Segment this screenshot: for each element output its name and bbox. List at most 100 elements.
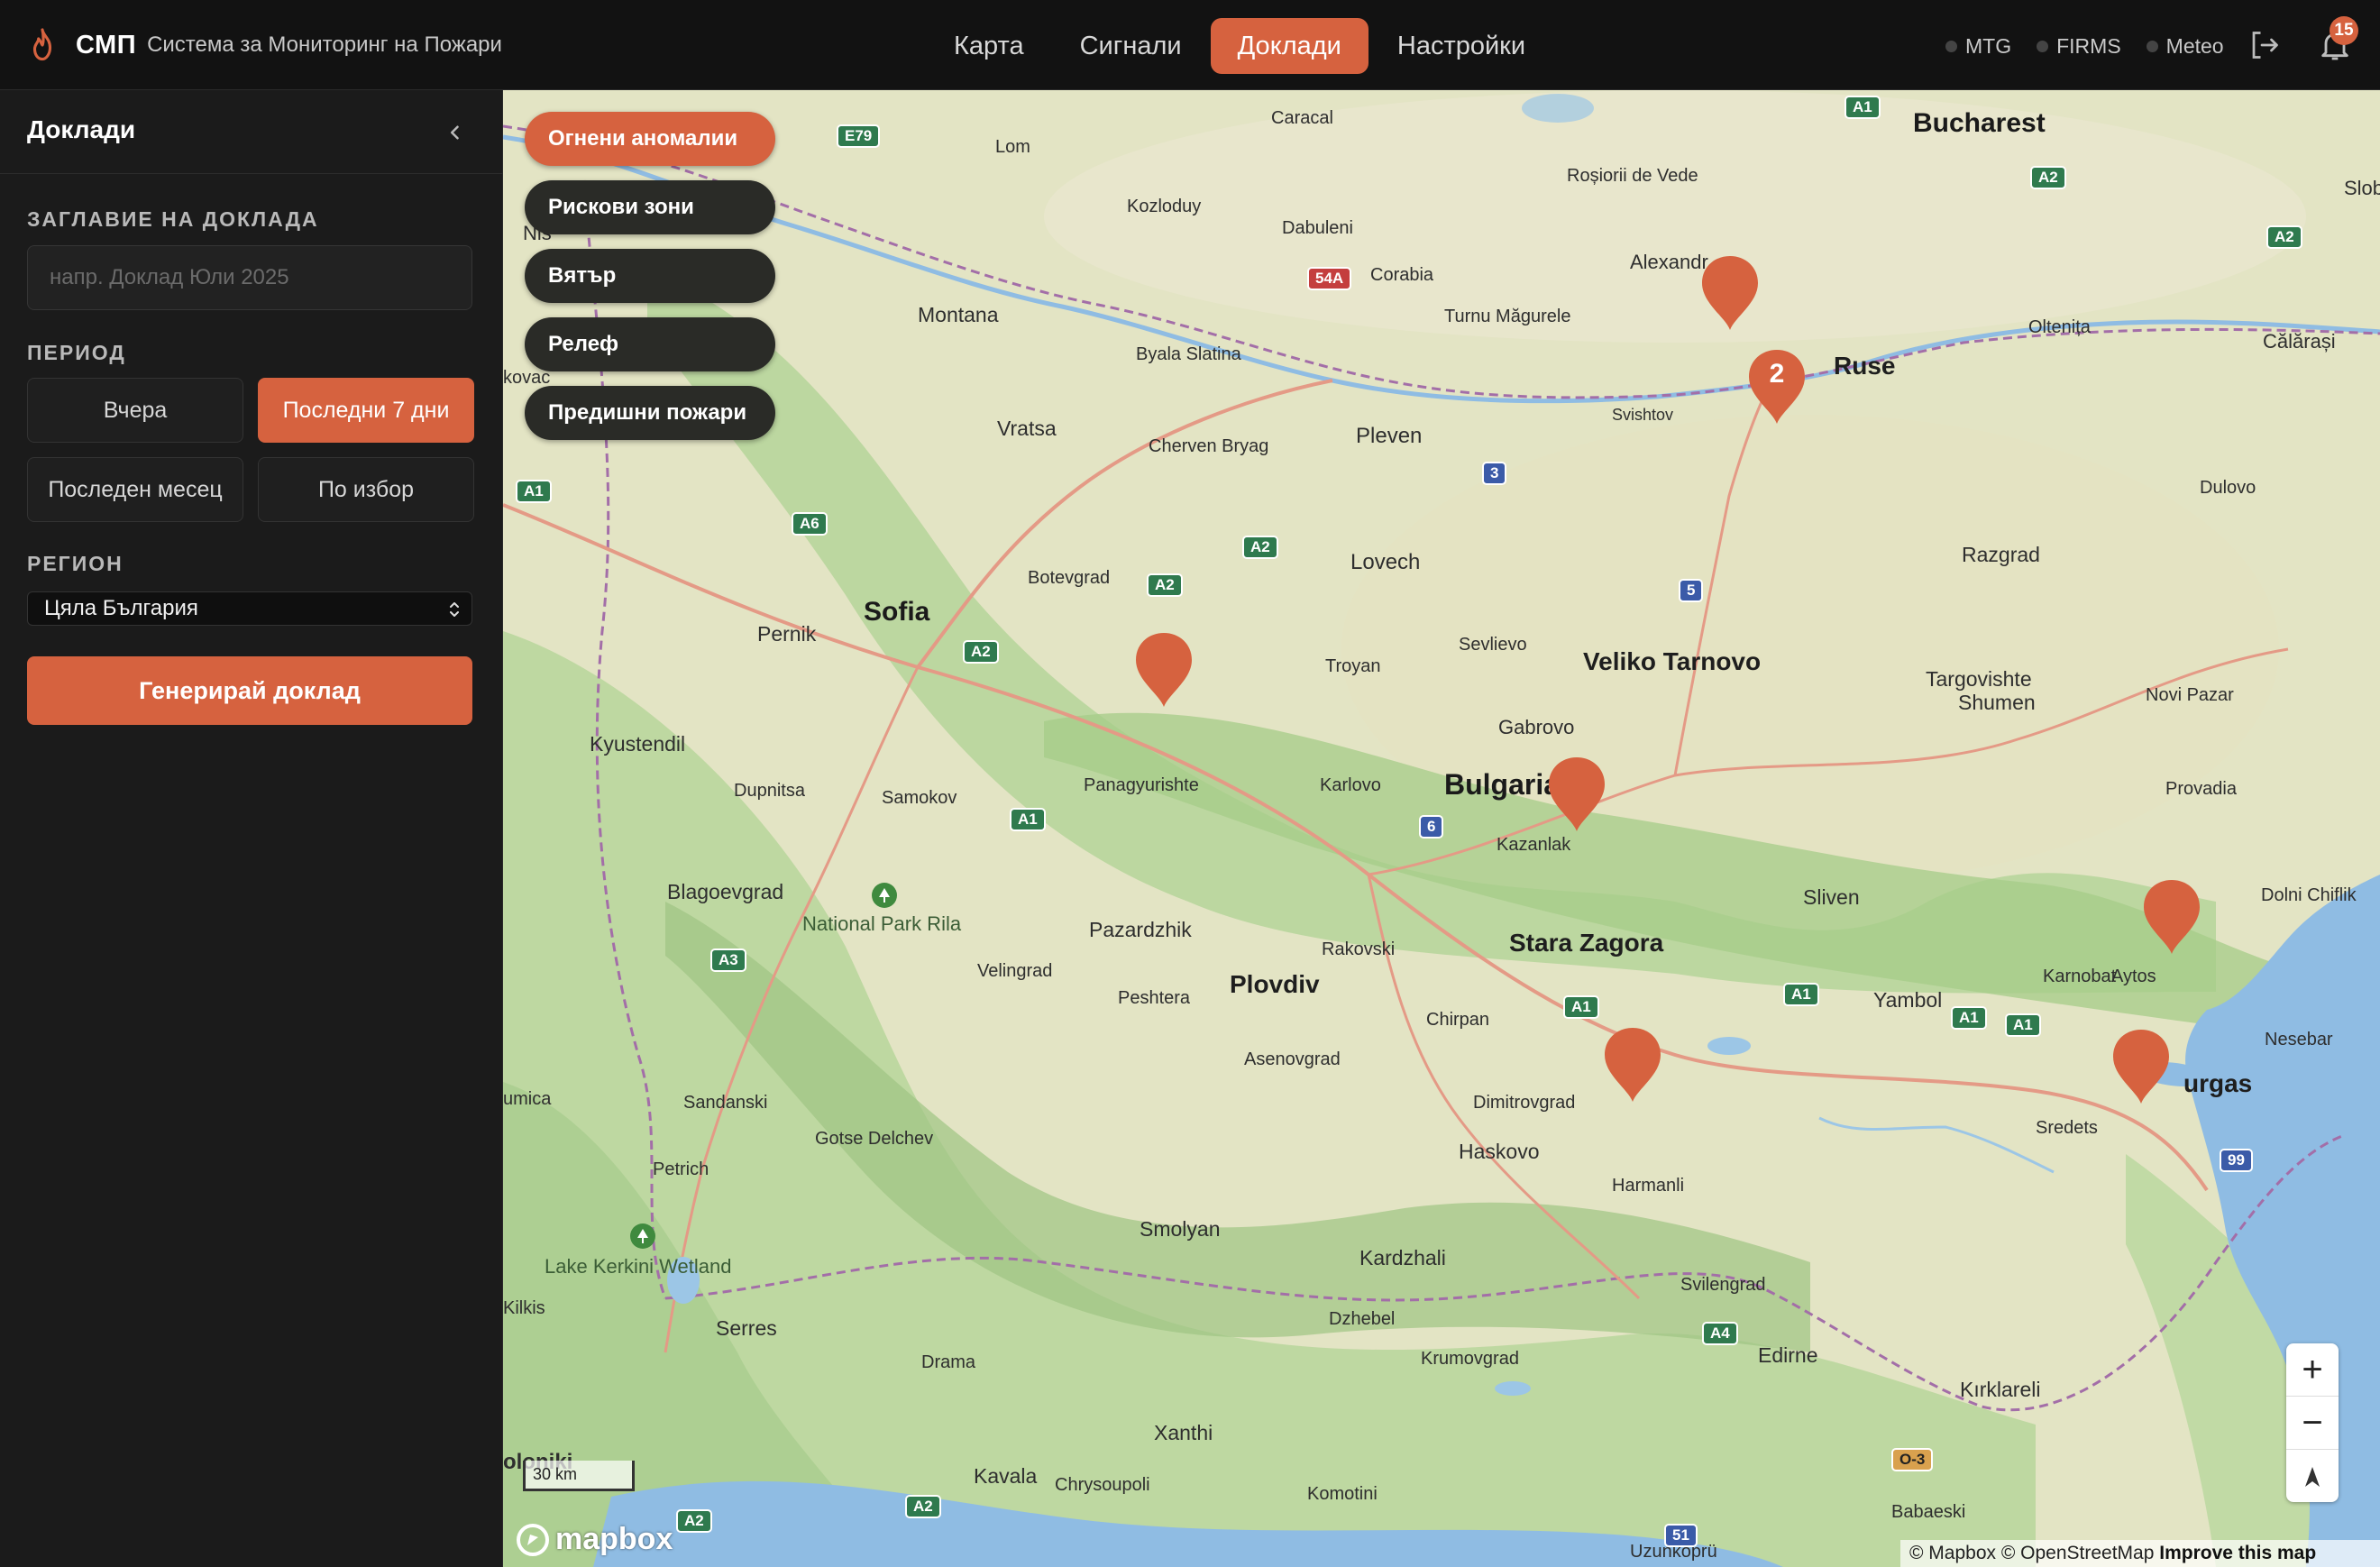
zoom-controls: + − [2286,1343,2339,1502]
brand[interactable]: СМП Система за Мониторинг на Пожари [27,27,502,63]
tab-map[interactable]: Карта [927,18,1051,74]
label-kilkis: Kilkis [503,1298,545,1318]
label-dulovo: Dulovo [2200,478,2256,498]
label-troyan: Troyan [1325,656,1381,676]
layer-previous-fires[interactable]: Предишни пожари [525,386,775,440]
road-shield: A1 [1844,96,1881,119]
label-blagoevgrad: Blagoevgrad [667,880,784,903]
region-select[interactable]: Цяла България [27,591,472,626]
layer-wind[interactable]: Вятър [525,249,775,303]
fire-marker[interactable] [2110,1026,2173,1107]
fire-marker[interactable] [2140,876,2203,958]
label-lovech: Lovech [1350,550,1421,574]
label-lake-kerkini: Lake Kerkini Wetland [545,1255,732,1278]
report-title-input[interactable] [27,245,472,310]
label-panagyurishte: Panagyurishte [1084,775,1199,795]
label-karnobat: Karnobat [2043,967,2117,986]
label-umica: umica [503,1089,552,1109]
road-shield: A1 [1951,1006,1987,1030]
road-shield: A6 [792,512,828,536]
layer-fire-anomalies[interactable]: Огнени аномалии [525,112,775,166]
notification-badge: 15 [2330,16,2358,45]
attribution-text[interactable]: © Mapbox © OpenStreetMap [1909,1543,2154,1563]
label-svilengrad: Svilengrad [1680,1275,1766,1295]
label-lom: Lom [995,137,1030,157]
label-byala-slatina: Byala Slatina [1136,344,1241,364]
status-label: FIRMS [2056,34,2121,58]
road-shield: A2 [1147,573,1183,597]
road-shield: A1 [2005,1013,2041,1037]
label-kozloduy: Kozloduy [1127,197,1202,216]
road-shield: E79 [837,124,881,148]
label-chrysoupoli: Chrysoupoli [1055,1475,1150,1495]
label-pazardzhik: Pazardzhik [1089,918,1192,941]
label-xanthi: Xanthi [1154,1421,1213,1444]
layer-relief[interactable]: Релеф [525,317,775,371]
top-bar: СМП Система за Мониторинг на Пожари Карт… [0,0,2380,90]
mapbox-icon [517,1523,549,1556]
region-value: Цяла България [44,596,198,620]
mapbox-logo[interactable]: mapbox [516,1522,673,1557]
label-burgas: urgas [2183,1069,2253,1097]
label-sevlievo: Sevlievo [1459,635,1527,655]
road-shield: 3 [1482,462,1507,485]
road-shield: A1 [1563,995,1599,1019]
label-sandanski: Sandanski [683,1093,768,1113]
label-slob: Slob [2344,177,2380,199]
tree-icon [872,883,897,908]
region-label: РЕГИОН [27,552,124,575]
label-cherven-bryag: Cherven Bryag [1149,436,1269,456]
label-yambol: Yambol [1873,988,1943,1012]
tab-signals[interactable]: Сигнали [1053,18,1209,74]
fire-marker[interactable] [1132,629,1195,710]
compass-icon [2305,1467,2320,1488]
compass-button[interactable] [2286,1450,2339,1502]
label-haskovo: Haskovo [1459,1140,1540,1163]
map-canvas[interactable]: Bucharest Sofia Plovdiv Bulgaria Veliko … [503,90,2380,1567]
period-yesterday-button[interactable]: Вчера [27,378,243,443]
label-pernik: Pernik [757,622,817,646]
label-vratsa: Vratsa [997,417,1057,440]
chevron-left-icon[interactable] [442,119,469,146]
road-shield: O-3 [1891,1448,1934,1471]
zoom-out-button[interactable]: − [2286,1397,2339,1450]
layer-risk-zones[interactable]: Рискови зони [525,180,775,234]
map-attribution: © Mapbox © OpenStreetMap Improve this ma… [1900,1540,2380,1567]
label-plovdiv: Plovdiv [1230,970,1320,998]
fire-marker[interactable] [1698,252,1762,334]
label-national-park-rila: National Park Rila [802,912,962,935]
tab-settings[interactable]: Настройки [1370,18,1552,74]
label-gotse-delchev: Gotse Delchev [815,1129,934,1149]
label-rakovski: Rakovski [1322,939,1396,959]
period-label: ПЕРИОД [27,341,126,364]
label-kardzhali: Kardzhali [1359,1246,1446,1269]
tree-icon [630,1223,655,1249]
status-meteo: Meteo [2146,34,2224,59]
label-veliko-tarnovo: Veliko Tarnovo [1583,647,1762,675]
label-sofia: Sofia [864,597,930,627]
tab-reports[interactable]: Доклади [1210,18,1368,74]
period-last-7-days-button[interactable]: Последни 7 дни [258,378,474,443]
generate-report-button[interactable]: Генерирай доклад [27,656,472,725]
zoom-in-button[interactable]: + [2286,1343,2339,1397]
fire-marker[interactable] [1545,754,1608,835]
improve-map-link[interactable]: Improve this map [2159,1543,2316,1563]
label-shumen: Shumen [1958,691,2036,714]
label-krumovgrad: Krumovgrad [1421,1349,1519,1369]
road-shield: 51 [1664,1524,1698,1547]
label-kovac: kovac [503,368,551,388]
label-bucharest: Bucharest [1913,108,2046,138]
label-dzhebel: Dzhebel [1329,1309,1396,1329]
period-last-month-button[interactable]: Последен месец [27,457,243,522]
label-kyustendil: Kyustendil [590,732,686,756]
road-shield: A2 [2266,225,2302,249]
period-custom-button[interactable]: По избор [258,457,474,522]
road-shield: 54A [1307,267,1352,290]
label-pleven: Pleven [1356,424,1423,448]
logout-icon[interactable] [2248,29,2281,61]
label-kirklareli: Kırklareli [1960,1378,2041,1401]
fire-marker[interactable] [1601,1024,1664,1105]
label-babaeski: Babaeski [1891,1502,1966,1522]
label-dupnitsa: Dupnitsa [734,781,805,801]
label-calarasi: Călărași [2263,330,2336,353]
